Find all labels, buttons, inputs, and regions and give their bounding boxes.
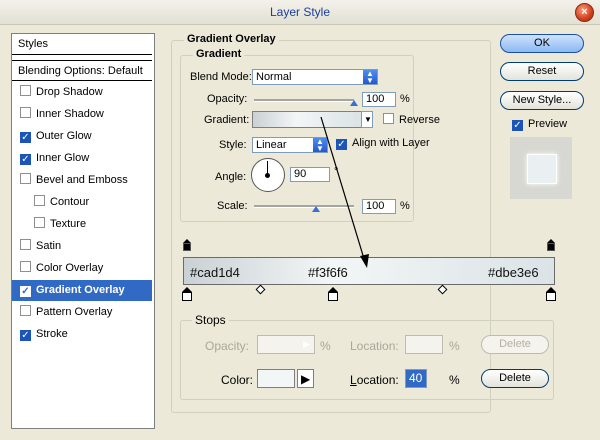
stop-opacity-location-unit: %	[449, 339, 460, 353]
delete-opacity-stop-button[interactable]: Delete	[481, 335, 549, 354]
stop-opacity-location-input	[405, 335, 443, 354]
stop-opacity-input: ▶	[257, 335, 315, 354]
stop-opacity-label: Opacity:	[205, 339, 250, 353]
delete-color-stop-button[interactable]: Delete	[481, 369, 549, 388]
stops-group	[180, 320, 554, 400]
play-icon: ▶	[301, 372, 311, 386]
stops-title: Stops	[192, 313, 229, 327]
stop-color-location-unit: %	[449, 373, 460, 387]
stop-color-swatch[interactable]	[257, 369, 295, 388]
chevron-right-icon: ▶	[303, 339, 310, 349]
stop-opacity-location-label: Location:	[350, 339, 399, 353]
stop-color-menu[interactable]: ▶	[297, 369, 314, 388]
stop-color-label: Color:	[221, 373, 254, 387]
stop-opacity-unit: %	[320, 339, 331, 353]
stop-color-location-input[interactable]: 40	[405, 369, 427, 388]
stop-color-location-label: Location:	[350, 373, 399, 387]
